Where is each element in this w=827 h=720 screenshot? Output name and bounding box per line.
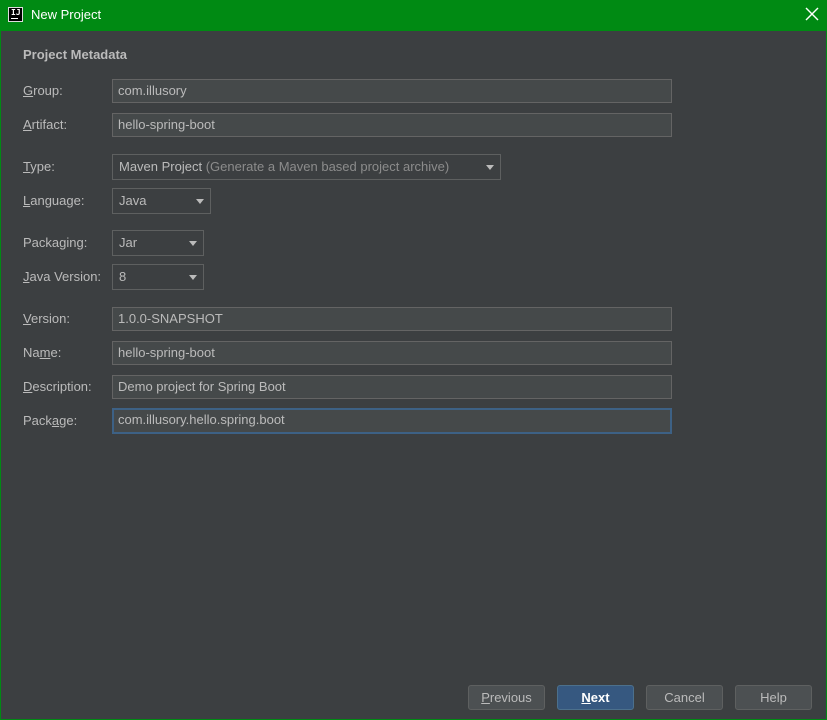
type-dropdown[interactable]: Maven Project (Generate a Maven based pr… [112, 154, 501, 180]
packaging-dropdown[interactable]: Jar [112, 230, 204, 256]
version-label: Version: [23, 311, 70, 326]
java-version-label: Java Version: [23, 269, 102, 284]
window-title: New Project [31, 7, 102, 22]
language-label: Language: [23, 193, 85, 208]
java-version-dropdown[interactable]: 8 [112, 264, 204, 290]
intellij-app-icon: IJ [8, 7, 23, 22]
description-field[interactable]: Demo project for Spring Boot [112, 375, 672, 399]
package-field[interactable]: com.illusory.hello.spring.boot [112, 408, 672, 434]
type-value: Maven Project [119, 159, 203, 174]
cancel-button[interactable]: Cancel [646, 685, 723, 710]
type-label: Type: [23, 159, 55, 174]
previous-button[interactable]: Previous [468, 685, 545, 710]
language-value: Java [119, 193, 147, 208]
artifact-field[interactable]: hello-spring-boot [112, 113, 672, 137]
chevron-down-icon [196, 199, 204, 204]
help-button[interactable]: Help [735, 685, 812, 710]
description-label: Description: [23, 379, 92, 394]
artifact-label: Artifact: [23, 117, 68, 132]
close-icon[interactable] [803, 5, 821, 23]
app-icon-text: IJ [11, 8, 21, 17]
window-border-left [0, 31, 1, 720]
chevron-down-icon [189, 241, 197, 246]
next-button[interactable]: Next [557, 685, 634, 710]
packaging-value: Jar [119, 235, 138, 250]
java-version-value: 8 [119, 269, 127, 284]
group-label: Group: [23, 83, 63, 98]
version-field[interactable]: 1.0.0-SNAPSHOT [112, 307, 672, 331]
section-title: Project Metadata [23, 47, 128, 62]
packaging-label: Packaging: [23, 235, 88, 250]
type-hint: (Generate a Maven based project archive) [205, 159, 450, 174]
title-bar: IJ New Project [0, 0, 827, 31]
package-label: Package: [23, 413, 78, 428]
language-dropdown[interactable]: Java [112, 188, 211, 214]
group-field[interactable]: com.illusory [112, 79, 672, 103]
chevron-down-icon [189, 275, 197, 280]
name-label: Name: [23, 345, 62, 360]
chevron-down-icon [486, 165, 494, 170]
name-field[interactable]: hello-spring-boot [112, 341, 672, 365]
